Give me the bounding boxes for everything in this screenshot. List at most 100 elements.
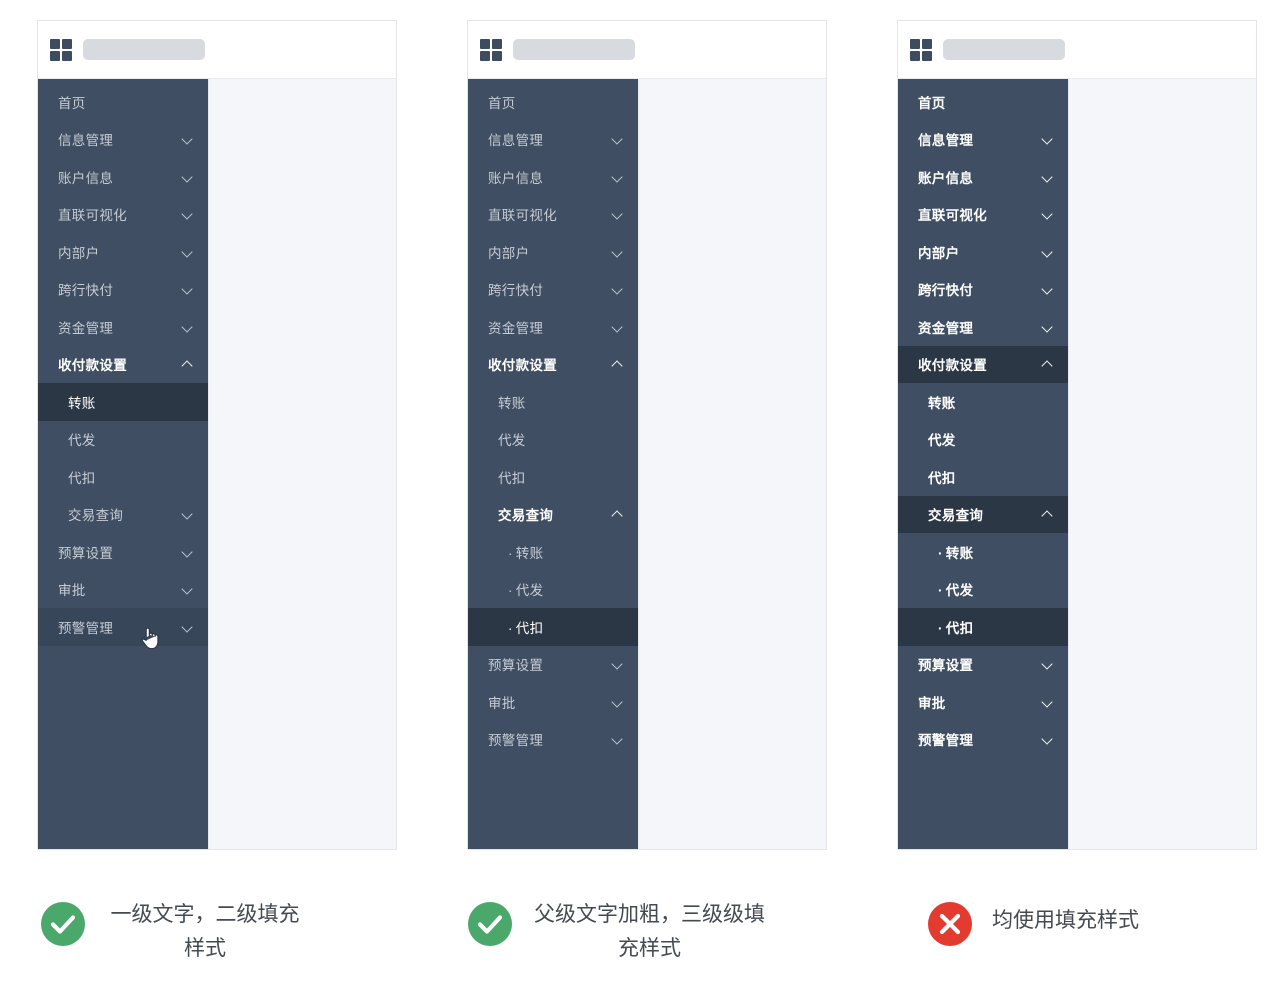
menu-item-level1[interactable]: 首页 bbox=[898, 83, 1068, 121]
menu-item-level1[interactable]: 内部户 bbox=[38, 233, 208, 271]
chevron-up-icon[interactable] bbox=[1042, 508, 1054, 520]
menu-item-level1[interactable]: 预警管理 bbox=[38, 608, 208, 646]
chevron-down-icon[interactable] bbox=[1042, 658, 1054, 670]
chevron-up-icon[interactable] bbox=[182, 358, 194, 370]
chevron-down-icon[interactable] bbox=[1042, 133, 1054, 145]
menu-item-level1[interactable]: 内部户 bbox=[468, 233, 638, 271]
chevron-down-icon[interactable] bbox=[1042, 733, 1054, 745]
menu-item-level1[interactable]: 预警管理 bbox=[898, 721, 1068, 759]
chevron-down-icon[interactable] bbox=[182, 246, 194, 258]
menu-item-level1[interactable]: 账户信息 bbox=[468, 158, 638, 196]
menu-item-label: 资金管理 bbox=[918, 320, 974, 336]
chevron-down-icon[interactable] bbox=[1042, 171, 1054, 183]
chevron-up-icon[interactable] bbox=[612, 508, 624, 520]
chevron-down-icon[interactable] bbox=[182, 283, 194, 295]
chevron-down-icon[interactable] bbox=[1042, 246, 1054, 258]
menu-item-label: 代扣 bbox=[928, 470, 956, 486]
menu-item-level2[interactable]: 代扣 bbox=[38, 458, 208, 496]
chevron-down-icon[interactable] bbox=[182, 321, 194, 333]
sidebar-panel-3: 首页 信息管理 账户信息 直联可视化 内部户 跨行快付 资金管理 收付款设置 转账 代发 代扣 交易查… bbox=[898, 79, 1068, 849]
menu-item-level1[interactable]: 跨行快付 bbox=[898, 271, 1068, 309]
chevron-down-icon[interactable] bbox=[612, 321, 624, 333]
menu-item-level3[interactable]: 代发 bbox=[468, 571, 638, 609]
menu-item-level1[interactable]: 预算设置 bbox=[468, 646, 638, 684]
menu-item-level3[interactable]: 代发 bbox=[898, 571, 1068, 609]
chevron-down-icon[interactable] bbox=[182, 546, 194, 558]
menu-item-level3[interactable]: 转账 bbox=[468, 533, 638, 571]
caption-text: 均使用填充样式 bbox=[992, 909, 1139, 932]
menu-item-level1[interactable]: 账户信息 bbox=[898, 158, 1068, 196]
menu-item-level1[interactable]: 预警管理 bbox=[468, 721, 638, 759]
menu-item-level1[interactable]: 审批 bbox=[38, 571, 208, 609]
chevron-up-icon[interactable] bbox=[612, 358, 624, 370]
menu-item-level1[interactable]: 预算设置 bbox=[38, 533, 208, 571]
menu-item-level2[interactable]: 代扣 bbox=[898, 458, 1068, 496]
menu-item-label: 信息管理 bbox=[488, 133, 544, 149]
menu-item-level1[interactable]: 审批 bbox=[898, 683, 1068, 721]
menu-item-level3[interactable]: 代扣 bbox=[898, 608, 1068, 646]
caption-2: 父级文字加粗，三级级填充样式 bbox=[468, 898, 868, 966]
menu-item-level2[interactable]: 交易查询 bbox=[38, 496, 208, 534]
menu-item-label: 预警管理 bbox=[58, 620, 114, 636]
menu-item-level2[interactable]: 转账 bbox=[468, 383, 638, 421]
chevron-down-icon[interactable] bbox=[612, 733, 624, 745]
chevron-down-icon[interactable] bbox=[1042, 321, 1054, 333]
menu-item-level1[interactable]: 首页 bbox=[468, 83, 638, 121]
menu-item-level3[interactable]: 代扣 bbox=[468, 608, 638, 646]
menu-item-label: 代扣 bbox=[498, 470, 526, 486]
menu-item-level2[interactable]: 代发 bbox=[898, 421, 1068, 459]
grid-logo-icon bbox=[910, 38, 932, 61]
menu-item-level1[interactable]: 信息管理 bbox=[468, 121, 638, 159]
panel-body: 首页 信息管理 账户信息 直联可视化 内部户 跨行快付 资金管理 收付款设置 转账 代发 代扣 交易查… bbox=[898, 79, 1256, 849]
chevron-down-icon[interactable] bbox=[182, 621, 194, 633]
menu-item-level2[interactable]: 代扣 bbox=[468, 458, 638, 496]
chevron-down-icon[interactable] bbox=[612, 171, 624, 183]
chevron-down-icon[interactable] bbox=[612, 208, 624, 220]
menu-item-level1[interactable]: 审批 bbox=[468, 683, 638, 721]
menu-item-level1[interactable]: 直联可视化 bbox=[468, 196, 638, 234]
menu-item-label: 账户信息 bbox=[918, 170, 974, 186]
menu-item-label: 转账 bbox=[928, 395, 956, 411]
menu-item-level1[interactable]: 资金管理 bbox=[38, 308, 208, 346]
menu-item-level2[interactable]: 转账 bbox=[38, 383, 208, 421]
menu-item-level1[interactable]: 资金管理 bbox=[898, 308, 1068, 346]
chevron-down-icon[interactable] bbox=[182, 208, 194, 220]
menu-item-level2[interactable]: 代发 bbox=[38, 421, 208, 459]
menu-item-level1[interactable]: 直联可视化 bbox=[898, 196, 1068, 234]
menu-item-level1[interactable]: 跨行快付 bbox=[38, 271, 208, 309]
menu-item-level2[interactable]: 代发 bbox=[468, 421, 638, 459]
mock-window-panel-2: 首页 信息管理 账户信息 直联可视化 内部户 跨行快付 资金管理 收付款设置 转账 代发 代扣 交易查… bbox=[467, 20, 827, 850]
chevron-down-icon[interactable] bbox=[182, 508, 194, 520]
menu-item-level1[interactable]: 收付款设置 bbox=[38, 346, 208, 384]
chevron-down-icon[interactable] bbox=[1042, 208, 1054, 220]
menu-item-level1[interactable]: 收付款设置 bbox=[468, 346, 638, 384]
menu-item-level1[interactable]: 首页 bbox=[38, 83, 208, 121]
menu-item-level1[interactable]: 内部户 bbox=[898, 233, 1068, 271]
menu-item-level2[interactable]: 交易查询 bbox=[468, 496, 638, 534]
chevron-down-icon[interactable] bbox=[612, 246, 624, 258]
menu-item-level1[interactable]: 跨行快付 bbox=[468, 271, 638, 309]
chevron-down-icon[interactable] bbox=[182, 171, 194, 183]
menu-item-level1[interactable]: 信息管理 bbox=[38, 121, 208, 159]
menu-item-label: 跨行快付 bbox=[918, 283, 974, 299]
menu-item-level3[interactable]: 转账 bbox=[898, 533, 1068, 571]
chevron-down-icon[interactable] bbox=[182, 583, 194, 595]
menu-item-level1[interactable]: 信息管理 bbox=[898, 121, 1068, 159]
chevron-up-icon[interactable] bbox=[1042, 358, 1054, 370]
menu-item-level1[interactable]: 收付款设置 bbox=[898, 345, 1068, 383]
menu-item-label: 信息管理 bbox=[58, 133, 114, 149]
menu-item-level1[interactable]: 资金管理 bbox=[468, 308, 638, 346]
chevron-down-icon[interactable] bbox=[182, 133, 194, 145]
chevron-down-icon[interactable] bbox=[612, 283, 624, 295]
menu-item-level1[interactable]: 直联可视化 bbox=[38, 196, 208, 234]
chevron-down-icon[interactable] bbox=[612, 133, 624, 145]
menu-item-level1[interactable]: 预算设置 bbox=[898, 646, 1068, 684]
chevron-down-icon[interactable] bbox=[1042, 696, 1054, 708]
chevron-down-icon[interactable] bbox=[612, 696, 624, 708]
chevron-down-icon[interactable] bbox=[1042, 283, 1054, 295]
menu-item-level2[interactable]: 交易查询 bbox=[898, 495, 1068, 533]
grid-logo-icon bbox=[480, 38, 502, 61]
chevron-down-icon[interactable] bbox=[612, 658, 624, 670]
menu-item-level2[interactable]: 转账 bbox=[898, 383, 1068, 421]
menu-item-level1[interactable]: 账户信息 bbox=[38, 158, 208, 196]
